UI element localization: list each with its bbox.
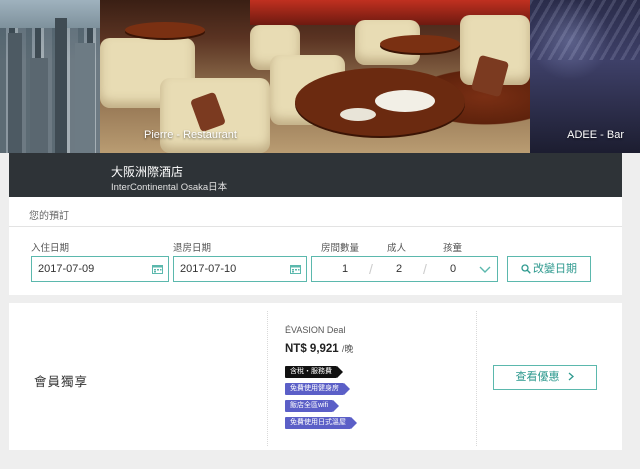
tag-wifi: 飯店全區wifi: [285, 400, 340, 412]
calendar-icon[interactable]: [152, 264, 163, 274]
deal-name: ÉVASION Deal: [285, 325, 346, 335]
adults-label: 成人: [387, 243, 407, 254]
chevron-down-icon[interactable]: [479, 264, 491, 274]
price-unit: /晚: [341, 344, 354, 354]
rooms-value: 1: [342, 263, 349, 275]
city-building: [8, 33, 22, 153]
children-value: 0: [450, 263, 457, 275]
table-plate: [340, 108, 376, 121]
separator-slash: /: [423, 261, 427, 277]
city-building: [55, 18, 67, 153]
view-offer-button[interactable]: 查看優惠: [493, 365, 597, 390]
checkout-date-value: 2017-07-10: [180, 263, 237, 275]
table-napkin: [375, 90, 435, 112]
city-building: [75, 43, 95, 153]
view-offer-label: 查看優惠: [515, 371, 560, 383]
hero-photo-strip: Pierre - Restaurant ADEE - Bar: [0, 0, 640, 153]
tag-label: 免費使用健身房: [290, 385, 339, 392]
tag-tax-service: 含稅・服務費: [285, 366, 343, 378]
calendar-icon[interactable]: [290, 264, 301, 274]
checkin-label: 入住日期: [31, 243, 70, 254]
deal-price: NT$ 9,921 /晚: [285, 342, 353, 355]
checkin-date-value: 2017-07-09: [38, 263, 95, 275]
tag-free-gym: 免費使用健身房: [285, 383, 350, 395]
hotel-name: 大阪洲際酒店: [111, 165, 184, 179]
rooms-label: 房間數量: [321, 243, 360, 254]
city-sky: [0, 0, 100, 28]
restaurant-photo-label: Pierre - Restaurant: [144, 129, 237, 141]
checkout-date-field[interactable]: 2017-07-10: [173, 256, 307, 282]
hotel-subtitle: InterContinental Osaka日本: [111, 182, 228, 193]
bar-photo[interactable]: ADEE - Bar: [530, 0, 640, 153]
checkout-label: 退房日期: [173, 243, 212, 254]
booking-title: 您的預訂: [29, 211, 69, 222]
checkin-date-field[interactable]: 2017-07-09: [31, 256, 169, 282]
city-view-photo[interactable]: [0, 0, 100, 153]
tag-label: 含稅・服務費: [290, 368, 332, 375]
adults-value: 2: [396, 263, 403, 275]
guests-selector[interactable]: 1 / 2 / 0: [311, 256, 498, 282]
member-exclusive-title: 會員獨享: [34, 375, 89, 389]
bar-photo-label: ADEE - Bar: [567, 129, 624, 141]
booking-divider: [9, 226, 622, 227]
dining-table: [380, 35, 460, 53]
separator-slash: /: [369, 261, 373, 277]
tag-label: 免費使用日式溫屋: [290, 419, 346, 426]
change-dates-button[interactable]: 改變日期: [507, 256, 591, 282]
bar-ceiling-lights: [530, 0, 640, 60]
change-dates-label: 改變日期: [533, 263, 577, 275]
restaurant-photo[interactable]: Pierre - Restaurant: [100, 0, 530, 153]
offer-card: 會員獨享 ÉVASION Deal NT$ 9,921 /晚 含稅・服務費 免費…: [9, 303, 622, 450]
hotel-header: 大阪洲際酒店 InterContinental Osaka日本: [9, 153, 622, 197]
tag-japanese-bath: 免費使用日式溫屋: [285, 417, 357, 429]
children-label: 孩童: [443, 243, 463, 254]
booking-panel: 您的預訂 入住日期 2017-07-09 退房日期 2017-07-10 房間數…: [9, 197, 622, 295]
offer-divider: [267, 311, 269, 446]
offer-divider: [476, 311, 478, 446]
city-building: [30, 58, 48, 153]
tag-label: 飯店全區wifi: [290, 402, 329, 409]
search-icon: [521, 264, 531, 274]
price-amount: NT$ 9,921: [285, 343, 339, 355]
dining-table: [125, 22, 205, 38]
chevron-right-icon: [568, 372, 574, 381]
